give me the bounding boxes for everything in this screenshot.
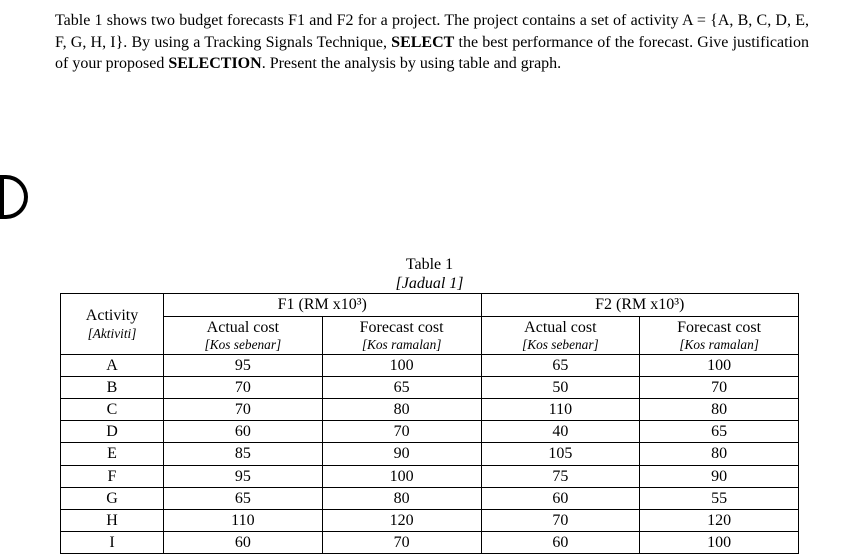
col-f2-actual-label: Actual cost	[524, 319, 596, 336]
cell-activity: D	[61, 421, 164, 443]
page-tab-decoration	[0, 175, 28, 219]
cell-f2-actual: 105	[481, 443, 640, 465]
cell-f2-actual: 60	[481, 532, 640, 554]
col-activity-label: Activity	[86, 307, 138, 324]
cell-f1-actual: 85	[164, 443, 323, 465]
table-row: D60704065	[61, 421, 799, 443]
cell-f1-forecast: 100	[322, 354, 481, 376]
cell-f1-forecast: 70	[322, 532, 481, 554]
cell-f1-actual: 95	[164, 465, 323, 487]
cell-f1-forecast: 90	[322, 443, 481, 465]
cell-activity: I	[61, 532, 164, 554]
cell-activity: B	[61, 376, 164, 398]
cell-f2-forecast: 65	[640, 421, 799, 443]
cell-f2-actual: 60	[481, 487, 640, 509]
cell-f1-actual: 70	[164, 399, 323, 421]
col-f2-header: F2 (RM x10³)	[481, 294, 799, 316]
cell-f1-actual: 95	[164, 354, 323, 376]
table-1-title-italic: [Jadual 1]	[396, 275, 464, 292]
table-1: Activity [Aktiviti] F1 (RM x10³) F2 (RM …	[60, 293, 799, 554]
col-f1-forecast-label-it: [Kos ramalan]	[329, 337, 475, 353]
col-f2-forecast-header: Forecast cost [Kos ramalan]	[640, 316, 799, 354]
cell-f1-forecast: 80	[322, 487, 481, 509]
cell-f2-forecast: 80	[640, 443, 799, 465]
cell-f2-forecast: 100	[640, 354, 799, 376]
cell-f2-forecast: 80	[640, 399, 799, 421]
cell-f2-forecast: 55	[640, 487, 799, 509]
cell-activity: F	[61, 465, 164, 487]
cell-f2-actual: 75	[481, 465, 640, 487]
table-row: F951007590	[61, 465, 799, 487]
cell-activity: G	[61, 487, 164, 509]
col-f2-actual-header: Actual cost [Kos sebenar]	[481, 316, 640, 354]
cell-f2-forecast: 70	[640, 376, 799, 398]
cell-f2-forecast: 100	[640, 532, 799, 554]
cell-activity: A	[61, 354, 164, 376]
question-text-3: . Present the analysis by using table an…	[262, 55, 562, 72]
cell-f1-actual: 60	[164, 421, 323, 443]
col-f1-forecast-header: Forecast cost [Kos ramalan]	[322, 316, 481, 354]
table-1-block: Table 1 [Jadual 1] Activity [Aktiviti] F…	[60, 255, 799, 554]
col-f1-actual-header: Actual cost [Kos sebenar]	[164, 316, 323, 354]
cell-f1-forecast: 120	[322, 510, 481, 532]
cell-f1-forecast: 80	[322, 399, 481, 421]
cell-f2-actual: 40	[481, 421, 640, 443]
cell-f2-forecast: 120	[640, 510, 799, 532]
cell-activity: H	[61, 510, 164, 532]
col-f2-actual-label-it: [Kos sebenar]	[488, 337, 634, 353]
cell-f1-actual: 110	[164, 510, 323, 532]
question-bold-selection: SELECTION	[168, 55, 261, 72]
col-activity-label-it: [Aktiviti]	[67, 326, 157, 342]
table-header-row-1: Activity [Aktiviti] F1 (RM x10³) F2 (RM …	[61, 294, 799, 316]
table-row: H11012070120	[61, 510, 799, 532]
col-f2-forecast-label-it: [Kos ramalan]	[646, 337, 792, 353]
col-f1-forecast-label: Forecast cost	[360, 319, 444, 336]
cell-f1-forecast: 70	[322, 421, 481, 443]
table-1-body: A9510065100 B70655070 C708011080 D607040…	[61, 354, 799, 554]
cell-activity: C	[61, 399, 164, 421]
cell-f2-actual: 110	[481, 399, 640, 421]
table-header-row-2: Actual cost [Kos sebenar] Forecast cost …	[61, 316, 799, 354]
cell-f2-forecast: 90	[640, 465, 799, 487]
col-f1-actual-label: Actual cost	[207, 319, 279, 336]
col-f2-forecast-label: Forecast cost	[677, 319, 761, 336]
table-1-title: Table 1 [Jadual 1]	[60, 255, 799, 293]
cell-f1-actual: 65	[164, 487, 323, 509]
col-activity-header: Activity [Aktiviti]	[61, 294, 164, 354]
table-row: E859010580	[61, 443, 799, 465]
cell-f1-actual: 60	[164, 532, 323, 554]
question-paragraph: Table 1 shows two budget forecasts F1 an…	[0, 0, 849, 95]
table-row: G65806055	[61, 487, 799, 509]
cell-f2-actual: 50	[481, 376, 640, 398]
table-1-title-text: Table 1	[406, 256, 453, 273]
cell-f2-actual: 70	[481, 510, 640, 532]
cell-f1-actual: 70	[164, 376, 323, 398]
question-bold-select: SELECT	[391, 34, 454, 51]
cell-f1-forecast: 100	[322, 465, 481, 487]
col-f1-header: F1 (RM x10³)	[164, 294, 482, 316]
table-row: A9510065100	[61, 354, 799, 376]
table-row: B70655070	[61, 376, 799, 398]
table-row: I607060100	[61, 532, 799, 554]
cell-f1-forecast: 65	[322, 376, 481, 398]
table-row: C708011080	[61, 399, 799, 421]
col-f1-actual-label-it: [Kos sebenar]	[170, 337, 316, 353]
cell-activity: E	[61, 443, 164, 465]
cell-f2-actual: 65	[481, 354, 640, 376]
